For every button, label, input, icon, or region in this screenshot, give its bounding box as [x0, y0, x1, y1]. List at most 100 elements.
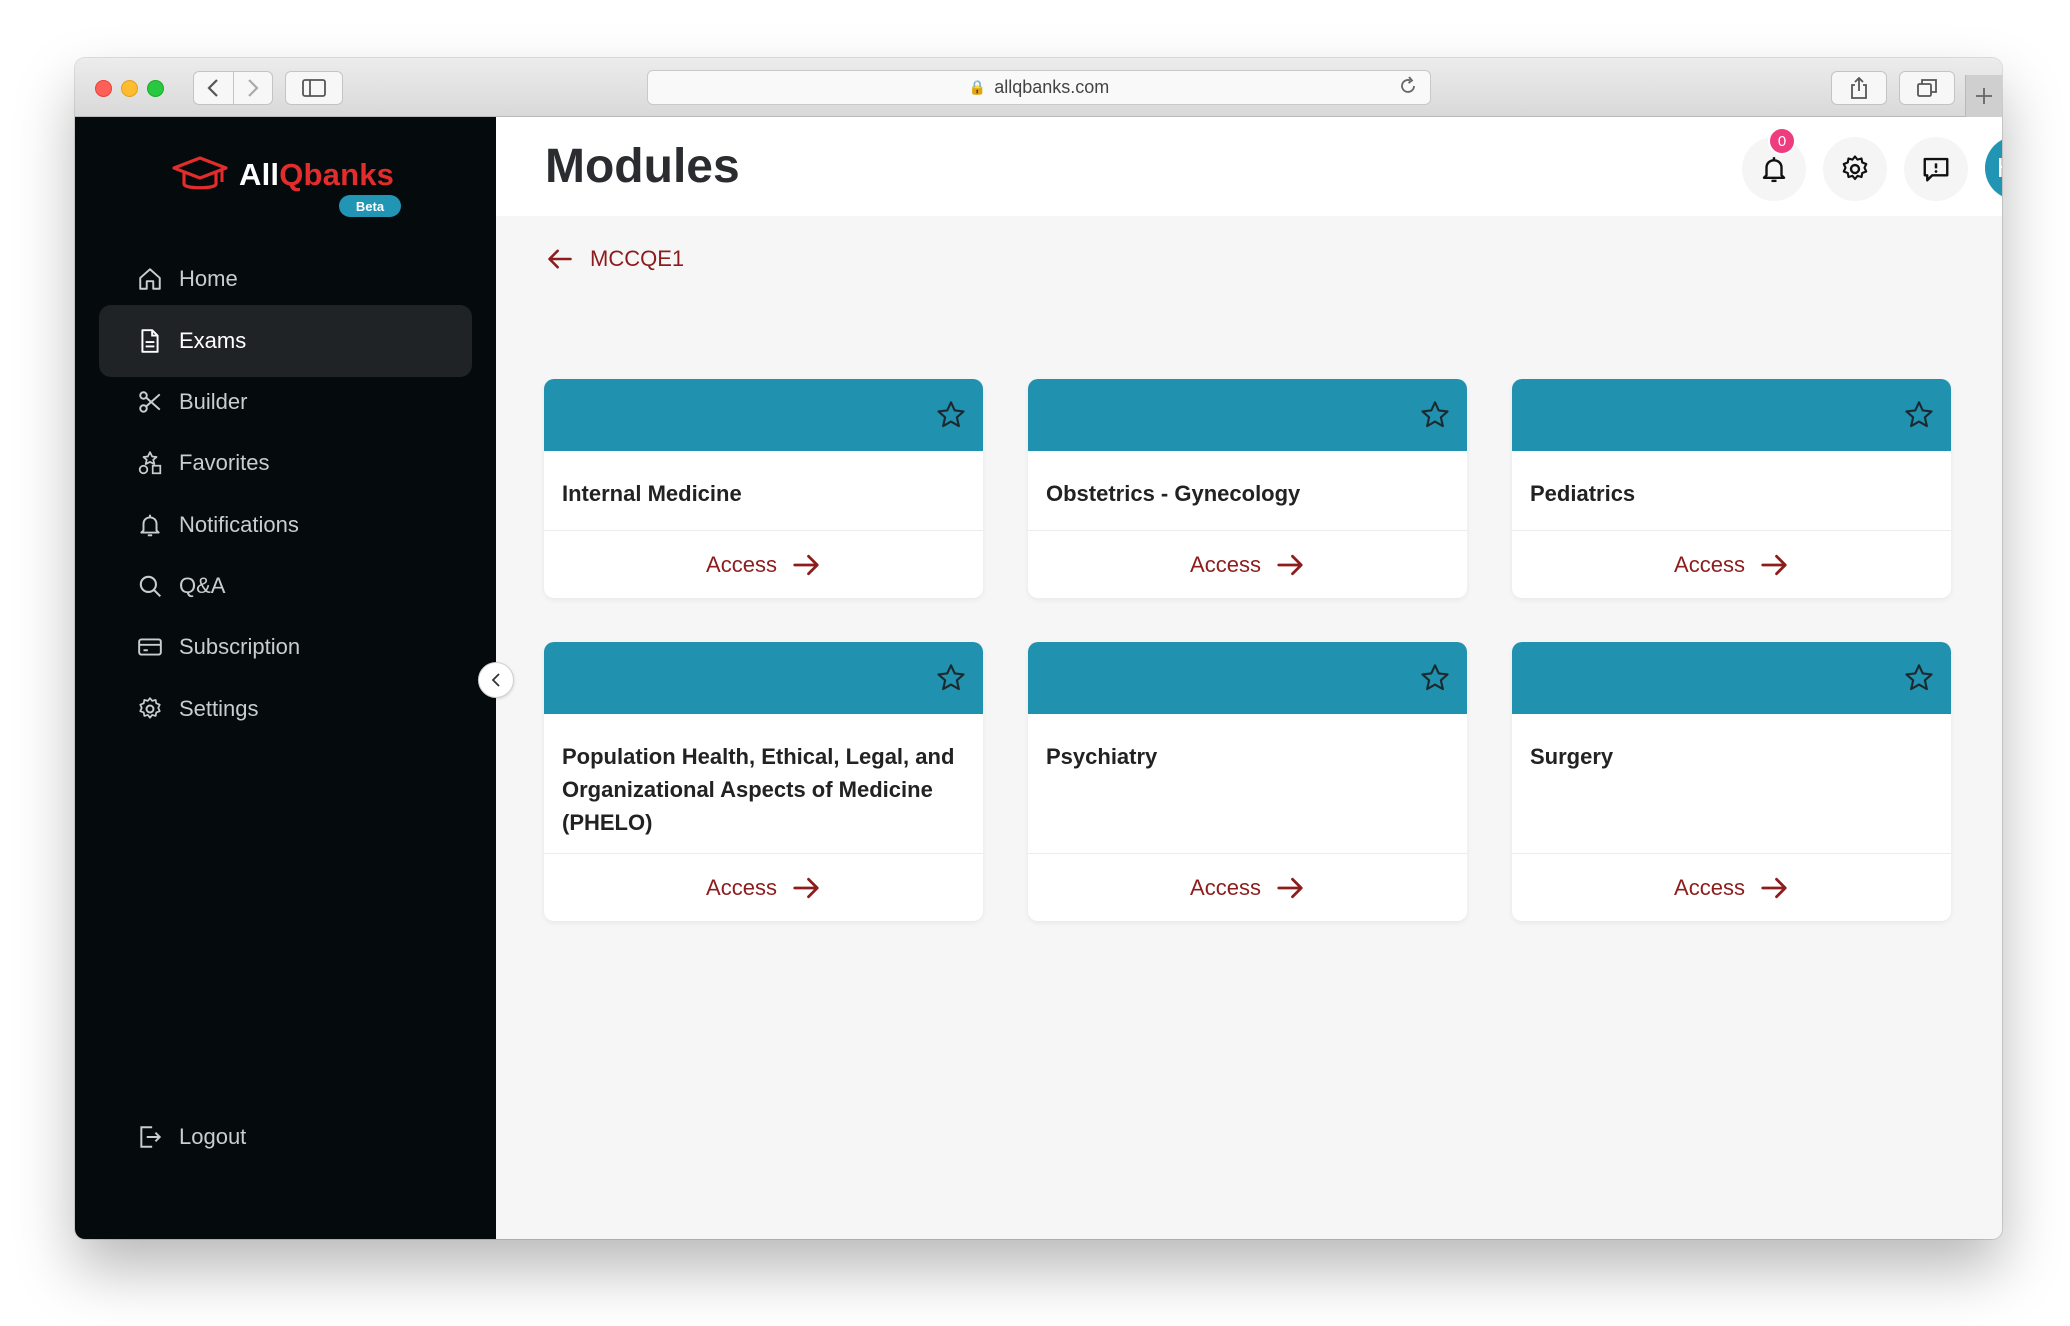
access-label: Access	[1674, 874, 1745, 900]
new-tab-button[interactable]	[1965, 75, 2002, 117]
minimize-window-button[interactable]	[121, 80, 138, 97]
feedback-button[interactable]	[1904, 137, 1968, 201]
access-button[interactable]: Access	[1512, 854, 1951, 921]
collapse-sidebar-button[interactable]	[478, 662, 514, 698]
sidebar-item-label: Settings	[179, 696, 259, 721]
browser-window: 🔒 allqbanks.com AllQbanks Beta Home Exam…	[75, 58, 2002, 1239]
sidebar-item-label: Favorites	[179, 450, 270, 475]
module-card: Internal Medicine Access	[544, 379, 983, 598]
document-icon	[141, 329, 159, 353]
access-label: Access	[1190, 874, 1261, 900]
arrow-right-icon	[793, 877, 819, 898]
brand-name: AllQbanks	[239, 157, 395, 192]
star-icon[interactable]	[1419, 399, 1451, 431]
url-text: allqbanks.com	[994, 77, 1110, 97]
home-icon	[139, 268, 161, 290]
arrow-right-icon	[1277, 554, 1303, 575]
share-button[interactable]	[1831, 71, 1887, 105]
sidebar-item-label: Q&A	[179, 573, 226, 598]
card-header	[1028, 379, 1467, 451]
arrow-left-icon	[548, 249, 572, 269]
sidebar-item-label: Home	[179, 266, 238, 291]
sidebar-item-label: Builder	[179, 389, 248, 414]
arrow-right-icon	[1277, 877, 1303, 898]
chevron-left-icon	[491, 673, 500, 687]
close-window-button[interactable]	[95, 80, 112, 97]
search-icon	[139, 575, 162, 598]
forward-button[interactable]	[232, 72, 273, 104]
logout-button[interactable]: Logout	[99, 1101, 472, 1173]
module-title: Internal Medicine	[544, 451, 983, 531]
bell-icon	[140, 514, 160, 537]
card-header	[544, 379, 983, 451]
card-header	[1512, 379, 1951, 451]
plus-icon	[1976, 88, 1992, 104]
module-title: Psychiatry	[1028, 714, 1467, 854]
sidebar-item-label: Notifications	[179, 512, 299, 537]
logout-icon	[140, 1126, 162, 1148]
access-button[interactable]: Access	[1028, 531, 1467, 598]
breadcrumb-label: MCCQE1	[590, 246, 685, 271]
tab-overview-button[interactable]	[1899, 71, 1955, 105]
chevron-left-icon	[207, 79, 219, 97]
user-avatar[interactable]: HC	[1985, 136, 2002, 200]
access-label: Access	[1674, 551, 1745, 577]
beta-badge: Beta	[339, 195, 401, 217]
star-icon[interactable]	[1903, 662, 1935, 694]
arrow-right-icon	[793, 554, 819, 575]
browser-toolbar: 🔒 allqbanks.com	[75, 58, 2002, 117]
module-title: Surgery	[1512, 714, 1951, 854]
browser-sidebar-button[interactable]	[285, 71, 343, 105]
brand-logo[interactable]: AllQbanks	[171, 155, 394, 195]
top-header: Modules 0 HC	[496, 117, 2002, 216]
lock-icon: 🔒	[968, 79, 987, 95]
gear-icon	[1842, 155, 1868, 181]
logout-label: Logout	[179, 1124, 247, 1149]
scissors-icon	[139, 391, 161, 413]
star-icon[interactable]	[935, 662, 967, 694]
notification-count-badge: 0	[1768, 127, 1796, 155]
module-title: Obstetrics - Gynecology	[1028, 451, 1467, 531]
access-button[interactable]: Access	[544, 854, 983, 921]
access-button[interactable]: Access	[544, 531, 983, 598]
main-content: Modules 0 HC MCCQE1 Internal Medicine	[496, 117, 2002, 1239]
message-alert-icon	[1923, 157, 1949, 182]
arrow-right-icon	[1761, 877, 1787, 898]
sidebar-icon	[302, 79, 326, 97]
page-title: Modules	[545, 140, 740, 193]
star-icon[interactable]	[935, 399, 967, 431]
module-card: Psychiatry Access	[1028, 642, 1467, 921]
reload-icon[interactable]	[1398, 76, 1418, 102]
access-button[interactable]: Access	[1028, 854, 1467, 921]
arrow-right-icon	[1761, 554, 1787, 575]
star-icon[interactable]	[1903, 399, 1935, 431]
history-nav	[193, 71, 273, 105]
address-bar[interactable]: 🔒 allqbanks.com	[647, 70, 1431, 105]
module-card: Pediatrics Access	[1512, 379, 1951, 598]
gear-icon	[139, 697, 161, 719]
sidebar: AllQbanks Beta Home Exams Builder Favori…	[75, 117, 496, 1239]
access-button[interactable]: Access	[1512, 531, 1951, 598]
settings-button[interactable]	[1823, 137, 1887, 201]
shapes-icon	[138, 451, 162, 475]
access-label: Access	[1190, 551, 1261, 577]
module-card: Surgery Access	[1512, 642, 1951, 921]
card-header	[1028, 642, 1467, 714]
star-icon[interactable]	[1419, 662, 1451, 694]
module-title: Pediatrics	[1512, 451, 1951, 531]
back-button[interactable]	[194, 72, 233, 104]
sidebar-item-settings[interactable]: Settings	[99, 673, 472, 745]
access-label: Access	[706, 551, 777, 577]
breadcrumb-back[interactable]: MCCQE1	[546, 245, 684, 273]
card-header	[1512, 642, 1951, 714]
access-label: Access	[706, 874, 777, 900]
sidebar-item-label: Subscription	[179, 634, 301, 659]
graduation-cap-icon	[172, 156, 228, 190]
card-icon	[138, 638, 162, 656]
tabs-icon	[1917, 79, 1937, 97]
card-header	[544, 642, 983, 714]
maximize-window-button[interactable]	[147, 80, 164, 97]
share-icon	[1851, 77, 1867, 99]
module-card: Obstetrics - Gynecology Access	[1028, 379, 1467, 598]
sidebar-item-label: Exams	[179, 328, 247, 353]
